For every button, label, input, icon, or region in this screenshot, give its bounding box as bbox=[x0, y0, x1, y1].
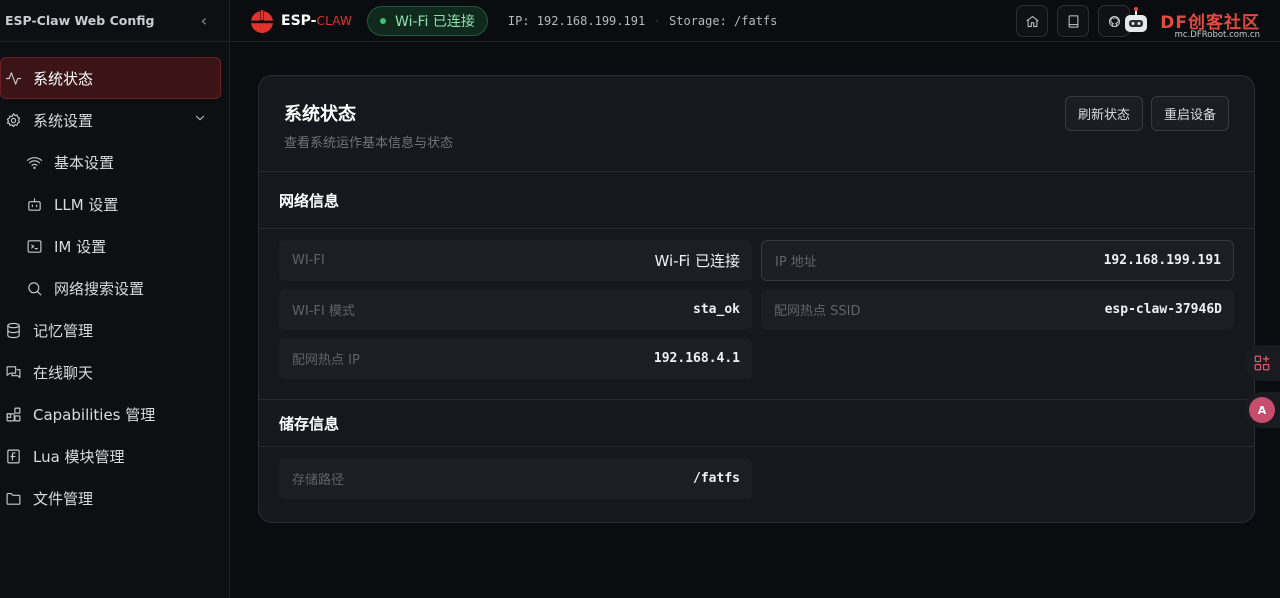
sidebar-item-label: Capabilities 管理 bbox=[33, 405, 156, 424]
watermark: DF创客社区 mc.DFRobot.com.cn bbox=[1118, 6, 1268, 42]
field-key: 配网热点 SSID bbox=[774, 304, 861, 319]
sidebar: ESP-Claw Web Config ‹ 系统状态 系统设置 基本设置 LLM… bbox=[0, 0, 230, 598]
chat-box-icon bbox=[25, 237, 43, 255]
sidebar-header: ESP-Claw Web Config ‹ bbox=[0, 0, 229, 42]
storage-section: 储存信息 存储路径 /fatfs bbox=[259, 399, 1254, 519]
search-icon bbox=[25, 279, 43, 297]
field-key: 存储路径 bbox=[292, 473, 345, 488]
chevron-down-icon bbox=[193, 111, 207, 129]
field-value: Wi-Fi 已连接 bbox=[654, 252, 740, 270]
sidebar-title: ESP-Claw Web Config bbox=[5, 13, 155, 28]
home-button[interactable] bbox=[1016, 5, 1048, 37]
wifi-status-badge: Wi-Fi 已连接 bbox=[367, 5, 488, 36]
watermark-url: mc.DFRobot.com.cn bbox=[1174, 30, 1260, 40]
apps-float-button[interactable] bbox=[1244, 345, 1280, 381]
top-bar: ESP-CLAW Wi-Fi 已连接 IP: 192.168.199.191 ·… bbox=[231, 0, 1280, 42]
messages-icon bbox=[4, 363, 22, 381]
field-value: esp-claw-37946D bbox=[1104, 302, 1222, 317]
page-title: 系统状态 bbox=[284, 104, 356, 125]
status-dot bbox=[380, 17, 387, 24]
field-value: sta_ok bbox=[693, 302, 740, 317]
docs-button[interactable] bbox=[1057, 5, 1089, 37]
field-key: IP 地址 bbox=[775, 255, 817, 270]
sidebar-item-capabilities[interactable]: Capabilities 管理 bbox=[0, 393, 229, 435]
wifi-icon bbox=[25, 153, 43, 171]
sidebar-item-llm-settings[interactable]: LLM 设置 bbox=[0, 183, 229, 225]
hotspot-ssid-field: 配网热点 SSID esp-claw-37946D bbox=[761, 289, 1234, 330]
storage-readout: Storage: /fatfs bbox=[669, 13, 778, 28]
robot-icon bbox=[25, 195, 43, 213]
brand-name: ESP-CLAW bbox=[281, 13, 352, 29]
sidebar-item-label: 系统状态 bbox=[33, 69, 94, 88]
activity-icon bbox=[4, 69, 22, 87]
network-info-grid: WI-FI Wi-Fi 已连接 IP 地址 192.168.199.191 WI… bbox=[259, 229, 1254, 399]
sidebar-item-system-settings[interactable]: 系统设置 bbox=[0, 99, 229, 141]
wifi-mode-field: WI-FI 模式 sta_ok bbox=[279, 289, 752, 330]
storage-info-grid: 存储路径 /fatfs bbox=[259, 447, 1254, 519]
sidebar-item-label: 记忆管理 bbox=[33, 321, 94, 340]
sidebar-item-memory[interactable]: 记忆管理 bbox=[0, 309, 229, 351]
brand-accent: CLAW bbox=[316, 13, 353, 28]
field-key: WI-FI 模式 bbox=[292, 304, 355, 319]
brand-main: ESP- bbox=[281, 12, 317, 29]
sidebar-item-label: 网络搜索设置 bbox=[54, 279, 145, 298]
brand[interactable]: ESP-CLAW bbox=[249, 8, 352, 34]
sidebar-item-label: 基本设置 bbox=[54, 153, 115, 172]
sidebar-item-lua-modules[interactable]: Lua 模块管理 bbox=[0, 435, 229, 477]
field-value: 192.168.4.1 bbox=[653, 351, 740, 366]
hotspot-ip-field: 配网热点 IP 192.168.4.1 bbox=[279, 338, 752, 379]
wifi-status-text: Wi-Fi 已连接 bbox=[395, 13, 475, 30]
card-header: 系统状态 查看系统运作基本信息与状态 刷新状态 重启设备 bbox=[259, 76, 1254, 172]
sidebar-item-online-chat[interactable]: 在线聊天 bbox=[0, 351, 229, 393]
separator: · bbox=[655, 13, 660, 28]
refresh-status-button[interactable]: 刷新状态 bbox=[1065, 96, 1144, 131]
translate-icon: A bbox=[1249, 397, 1275, 423]
gear-icon bbox=[4, 111, 22, 129]
sidebar-item-web-search-settings[interactable]: 网络搜索设置 bbox=[0, 267, 229, 309]
storage-path-field: 存储路径 /fatfs bbox=[279, 458, 752, 499]
home-icon bbox=[1025, 15, 1039, 27]
field-value: /fatfs bbox=[693, 471, 740, 486]
logo-icon bbox=[251, 8, 273, 33]
system-status-card: 系统状态 查看系统运作基本信息与状态 刷新状态 重启设备 网络信息 WI-FI … bbox=[258, 75, 1255, 523]
storage-section-title: 储存信息 bbox=[259, 400, 1254, 447]
wifi-field: WI-FI Wi-Fi 已连接 bbox=[279, 240, 752, 281]
sidebar-item-im-settings[interactable]: IM 设置 bbox=[0, 225, 229, 267]
page-subtitle: 查看系统运作基本信息与状态 bbox=[284, 136, 454, 151]
field-value: 192.168.199.191 bbox=[1103, 253, 1221, 268]
sidebar-item-file-manager[interactable]: 文件管理 bbox=[0, 477, 229, 519]
ip-address-field: IP 地址 192.168.199.191 bbox=[761, 240, 1234, 281]
file-code-icon bbox=[4, 447, 22, 465]
apps-sparkle-icon bbox=[1254, 355, 1270, 371]
database-icon bbox=[4, 321, 22, 339]
sidebar-item-label: LLM 设置 bbox=[54, 195, 119, 214]
robot-mascot-icon bbox=[1125, 7, 1147, 32]
sidebar-item-label: 在线聊天 bbox=[33, 363, 94, 382]
collapse-sidebar-icon[interactable]: ‹ bbox=[201, 11, 207, 30]
sidebar-item-label: Lua 模块管理 bbox=[33, 447, 125, 466]
top-actions bbox=[1016, 5, 1130, 37]
restart-device-button[interactable]: 重启设备 bbox=[1151, 96, 1230, 131]
sidebar-nav: 系统状态 系统设置 基本设置 LLM 设置 IM 设置 网络搜索设置 记忆管理 … bbox=[0, 42, 229, 519]
ip-readout: IP: 192.168.199.191 bbox=[507, 13, 646, 28]
sidebar-item-system-status[interactable]: 系统状态 bbox=[0, 57, 221, 99]
sidebar-item-label: 系统设置 bbox=[33, 111, 94, 130]
sidebar-item-label: IM 设置 bbox=[54, 237, 107, 256]
blocks-icon bbox=[4, 405, 22, 423]
book-icon bbox=[1068, 14, 1078, 28]
translate-float-button[interactable]: A bbox=[1244, 392, 1280, 428]
folder-icon bbox=[4, 489, 22, 507]
sidebar-item-label: 文件管理 bbox=[33, 489, 94, 508]
app-root: ESP-Claw Web Config ‹ 系统状态 系统设置 基本设置 LLM… bbox=[0, 0, 1280, 598]
field-key: WI-FI bbox=[292, 253, 325, 268]
network-section-title: 网络信息 bbox=[259, 172, 1254, 229]
field-key: 配网热点 IP bbox=[292, 353, 360, 368]
sidebar-item-basic-settings[interactable]: 基本设置 bbox=[0, 141, 229, 183]
